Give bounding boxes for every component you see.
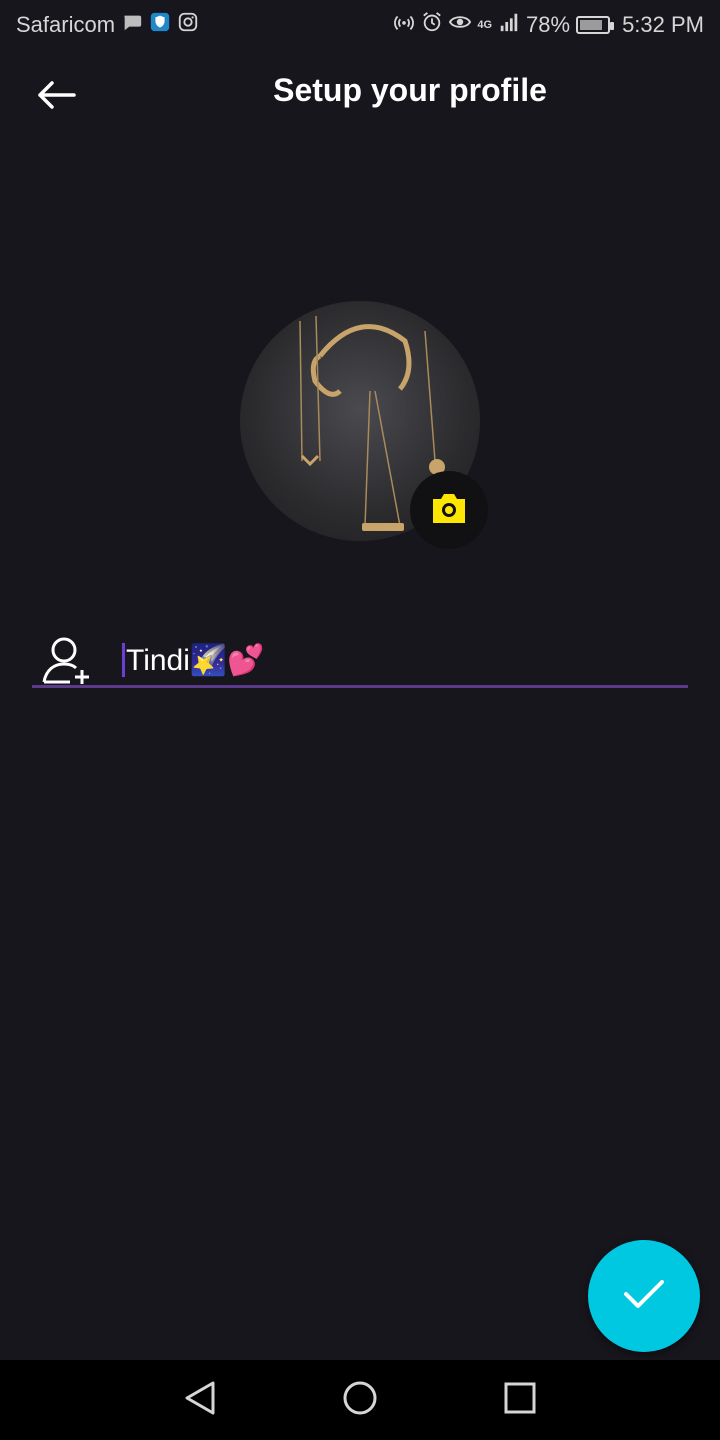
clock: 5:32 PM [622, 12, 704, 37]
status-left: Safaricom [16, 11, 199, 39]
status-bar: Safaricom 4G 78% 5:32 PM [0, 0, 720, 50]
hotspot-icon [393, 11, 415, 39]
name-input-underline [32, 685, 688, 688]
camera-icon [429, 491, 469, 530]
alarm-icon [421, 11, 443, 39]
change-photo-button[interactable] [410, 471, 488, 549]
name-value: Tindi🌠💕 [126, 643, 265, 677]
nav-recents-button[interactable] [498, 1378, 542, 1422]
circle-home-icon [342, 1380, 378, 1421]
instagram-icon [177, 11, 199, 39]
text-cursor [122, 643, 125, 677]
carrier-name: Safaricom [16, 12, 116, 37]
battery-icon [576, 16, 615, 34]
square-recents-icon [504, 1382, 536, 1419]
profile-photo-area [240, 301, 488, 549]
network-type: 4G [477, 19, 493, 31]
nav-home-button[interactable] [338, 1378, 382, 1422]
message-icon [121, 11, 143, 39]
shield-icon [149, 11, 171, 39]
check-icon [622, 1277, 666, 1316]
name-row: Tindi🌠💕 [32, 630, 688, 690]
app-bar: Setup your profile [0, 50, 720, 140]
nav-back-button[interactable] [178, 1378, 222, 1422]
person-add-icon [40, 634, 94, 686]
system-nav-bar [0, 1360, 720, 1440]
confirm-button[interactable] [588, 1240, 700, 1352]
triangle-back-icon [183, 1380, 217, 1421]
battery-percent: 78% [526, 12, 571, 37]
page-title: Setup your profile [273, 72, 547, 108]
eye-icon [449, 11, 472, 39]
status-right: 4G 78% 5:32 PM [393, 11, 704, 39]
name-input[interactable]: Tindi🌠💕 [122, 640, 682, 680]
signal-icon [498, 11, 520, 39]
